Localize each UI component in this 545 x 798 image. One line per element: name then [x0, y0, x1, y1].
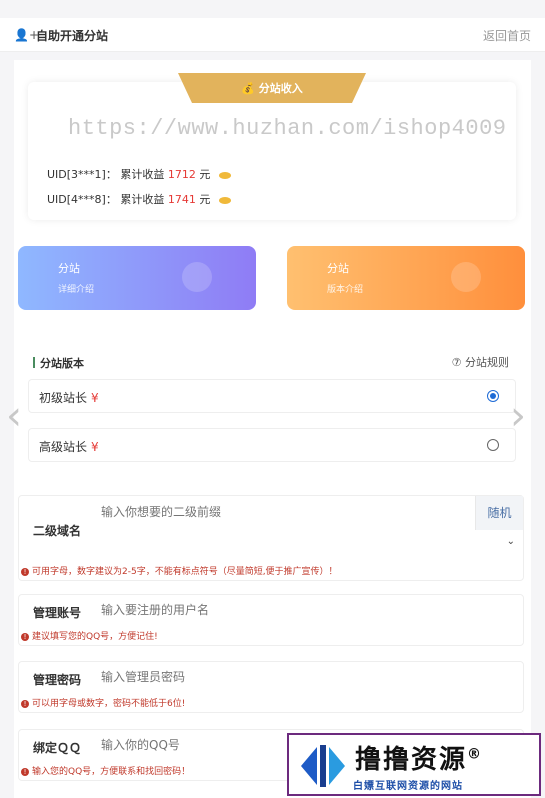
version-option-junior[interactable]: 初级站长 ¥: [28, 379, 516, 413]
option-label: 高级站长: [39, 440, 88, 454]
field-hint: ! 可以用字母或数字，密码不能低于6位!: [21, 696, 185, 709]
account-field: 管理账号 !建议填写您的QQ号，方便记住!: [18, 594, 524, 646]
version-intro-card[interactable]: 分站 版本介绍: [287, 246, 525, 310]
earnings-label: 累计收益: [120, 193, 165, 206]
chevron-left-icon[interactable]: ‹: [6, 396, 22, 436]
earnings-label: 累计收益: [120, 168, 165, 181]
info-icon: [451, 262, 481, 292]
earnings-unit: 元: [199, 193, 211, 206]
hand-icon: [182, 262, 212, 292]
chevron-right-icon[interactable]: ›: [510, 396, 526, 436]
logo-mark-icon: [301, 745, 345, 787]
field-hint: ! 建议填写您的QQ号，方便记住!: [21, 629, 158, 642]
earnings-unit: 元: [199, 168, 211, 181]
earnings-amount: 1712: [167, 168, 196, 181]
card-subtitle: 版本介绍: [327, 285, 364, 295]
logo-main-text: 撸撸资源: [355, 745, 468, 775]
rules-link[interactable]: ⑦ 分站规则: [452, 354, 509, 370]
income-ribbon: 💰 分站收入: [178, 73, 366, 103]
field-label: 绑定ＱＱ: [33, 741, 82, 755]
coin-icon: [218, 171, 231, 179]
option-label: 初级站长: [39, 391, 88, 405]
alert-icon: !: [21, 700, 29, 708]
uid-text: UID[3***1]：: [47, 168, 117, 181]
detail-intro-card[interactable]: 分站 详细介绍: [18, 246, 256, 310]
watermark-text: https://www.huzhan.com/ishop4009: [68, 116, 507, 141]
alert-icon: !: [21, 633, 29, 641]
password-field: 管理密码 !可以用字母或数字，密码不能低于6位!: [18, 661, 524, 713]
coin-icon: [218, 196, 231, 204]
radio-unselected[interactable]: [487, 439, 499, 451]
option-price: ¥: [91, 440, 99, 454]
option-price: ¥: [91, 391, 99, 405]
field-label: 管理账号: [33, 606, 82, 620]
card-subtitle: 详细介绍: [58, 285, 95, 295]
page-title: 自助开通分站: [36, 29, 109, 43]
random-button[interactable]: 随机: [475, 496, 523, 530]
password-input[interactable]: [101, 670, 401, 684]
field-hint: ! 可用字母，数字建议为2-5字，不能有标点符号（尽量简短,便于推广宣传）！: [21, 564, 338, 577]
field-hint: ! 输入您的QQ号，方便联系和找回密码！: [21, 764, 190, 777]
back-home-link[interactable]: 返回首页: [483, 27, 531, 44]
version-option-senior[interactable]: 高级站长 ¥: [28, 428, 516, 462]
field-label: 二级域名: [33, 524, 82, 538]
account-input[interactable]: [101, 603, 401, 617]
list-item: UID[3***1]： 累计收益 1712 元: [47, 166, 231, 182]
field-label: 管理密码: [33, 673, 82, 687]
section-title: 分站版本: [33, 355, 84, 371]
logo-subtitle: 白嫖互联网资源的网站: [353, 781, 463, 792]
card-title: 分站: [58, 262, 80, 275]
domain-input[interactable]: [101, 505, 401, 519]
income-ribbon-label: 分站收入: [258, 82, 303, 95]
card-title: 分站: [327, 262, 349, 275]
site-logo-badge: 撸撸资源® 白嫖互联网资源的网站: [287, 733, 541, 796]
uid-text: UID[4***8]：: [47, 193, 117, 206]
header-bar: 👤+ 自助开通分站 返回首页: [0, 18, 545, 52]
registered-mark: ®: [467, 746, 484, 763]
chevron-down-icon[interactable]: ⌄: [507, 536, 515, 547]
alert-icon: !: [21, 568, 29, 576]
earnings-amount: 1741: [167, 193, 196, 206]
list-item: UID[4***8]： 累计收益 1741 元: [47, 191, 231, 207]
money-bag-icon: 💰: [241, 82, 259, 95]
alert-icon: !: [21, 768, 29, 776]
domain-field: 二级域名 随机 ⌄ !可用字母，数字建议为2-5字，不能有标点符号（尽量简短,便…: [18, 495, 524, 581]
radio-selected[interactable]: [487, 390, 499, 402]
